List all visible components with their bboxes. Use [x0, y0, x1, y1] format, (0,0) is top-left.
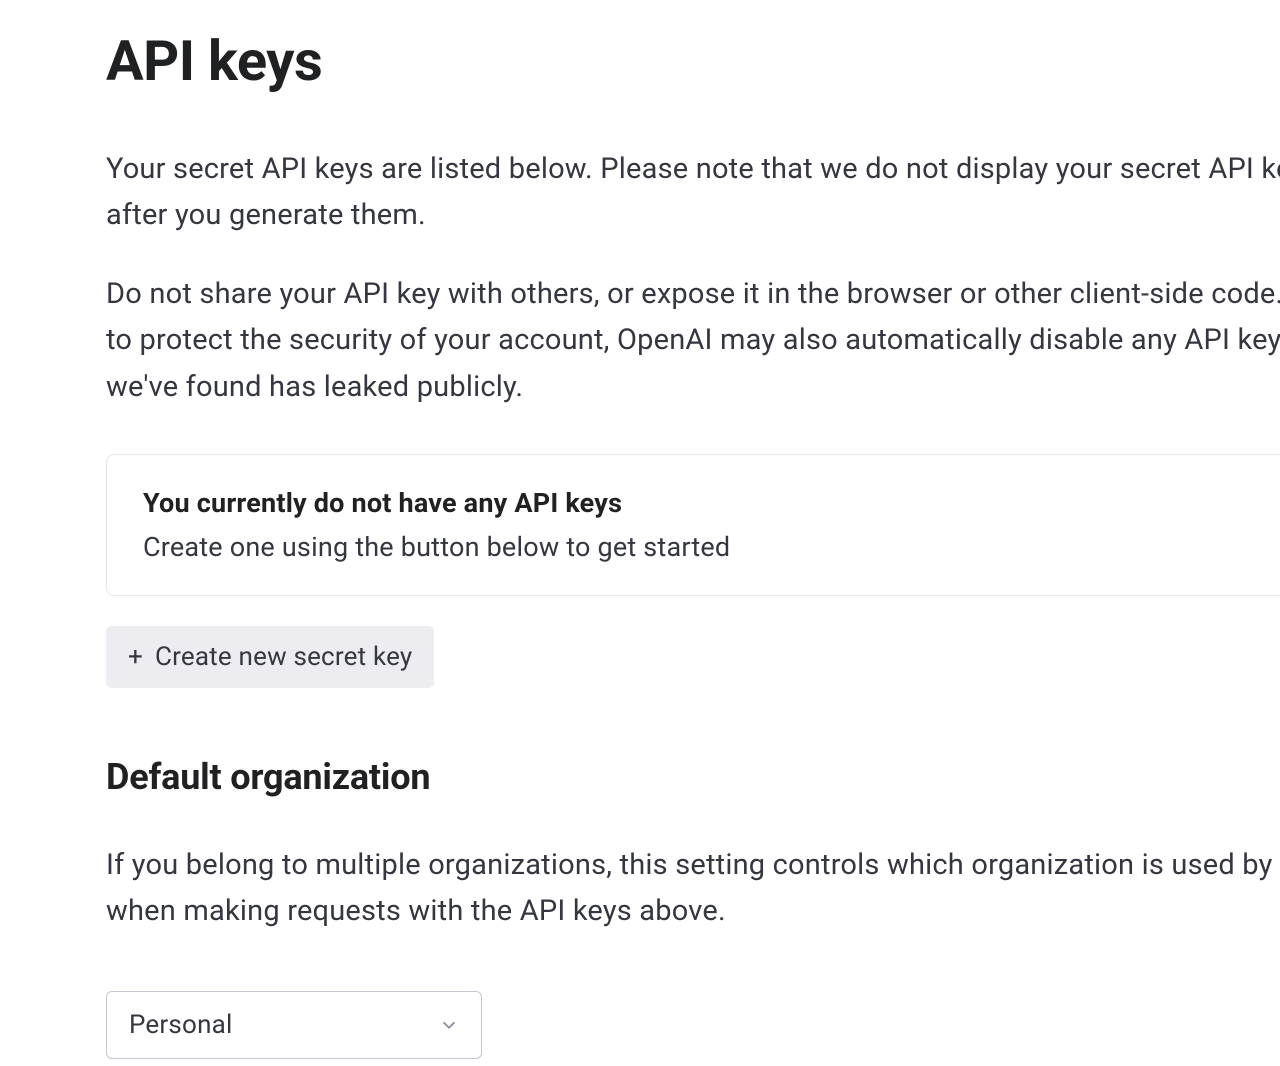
create-secret-key-button[interactable]: + Create new secret key [106, 626, 434, 688]
empty-state-subtitle: Create one using the button below to get… [143, 531, 1280, 563]
org-select[interactable]: Personal [106, 991, 482, 1059]
plus-icon: + [128, 644, 143, 670]
empty-state-card: You currently do not have any API keys C… [106, 454, 1280, 596]
default-org-heading: Default organization [106, 756, 1280, 798]
empty-state-title: You currently do not have any API keys [143, 487, 1280, 519]
org-select-wrapper: Personal [106, 991, 482, 1059]
default-org-description: If you belong to multiple organizations,… [106, 842, 1280, 935]
intro-paragraph-2: Do not share your API key with others, o… [106, 271, 1280, 410]
create-button-label: Create new secret key [155, 642, 412, 672]
page-title: API keys [106, 28, 1280, 94]
intro-paragraph-1: Your secret API keys are listed below. P… [106, 146, 1280, 239]
